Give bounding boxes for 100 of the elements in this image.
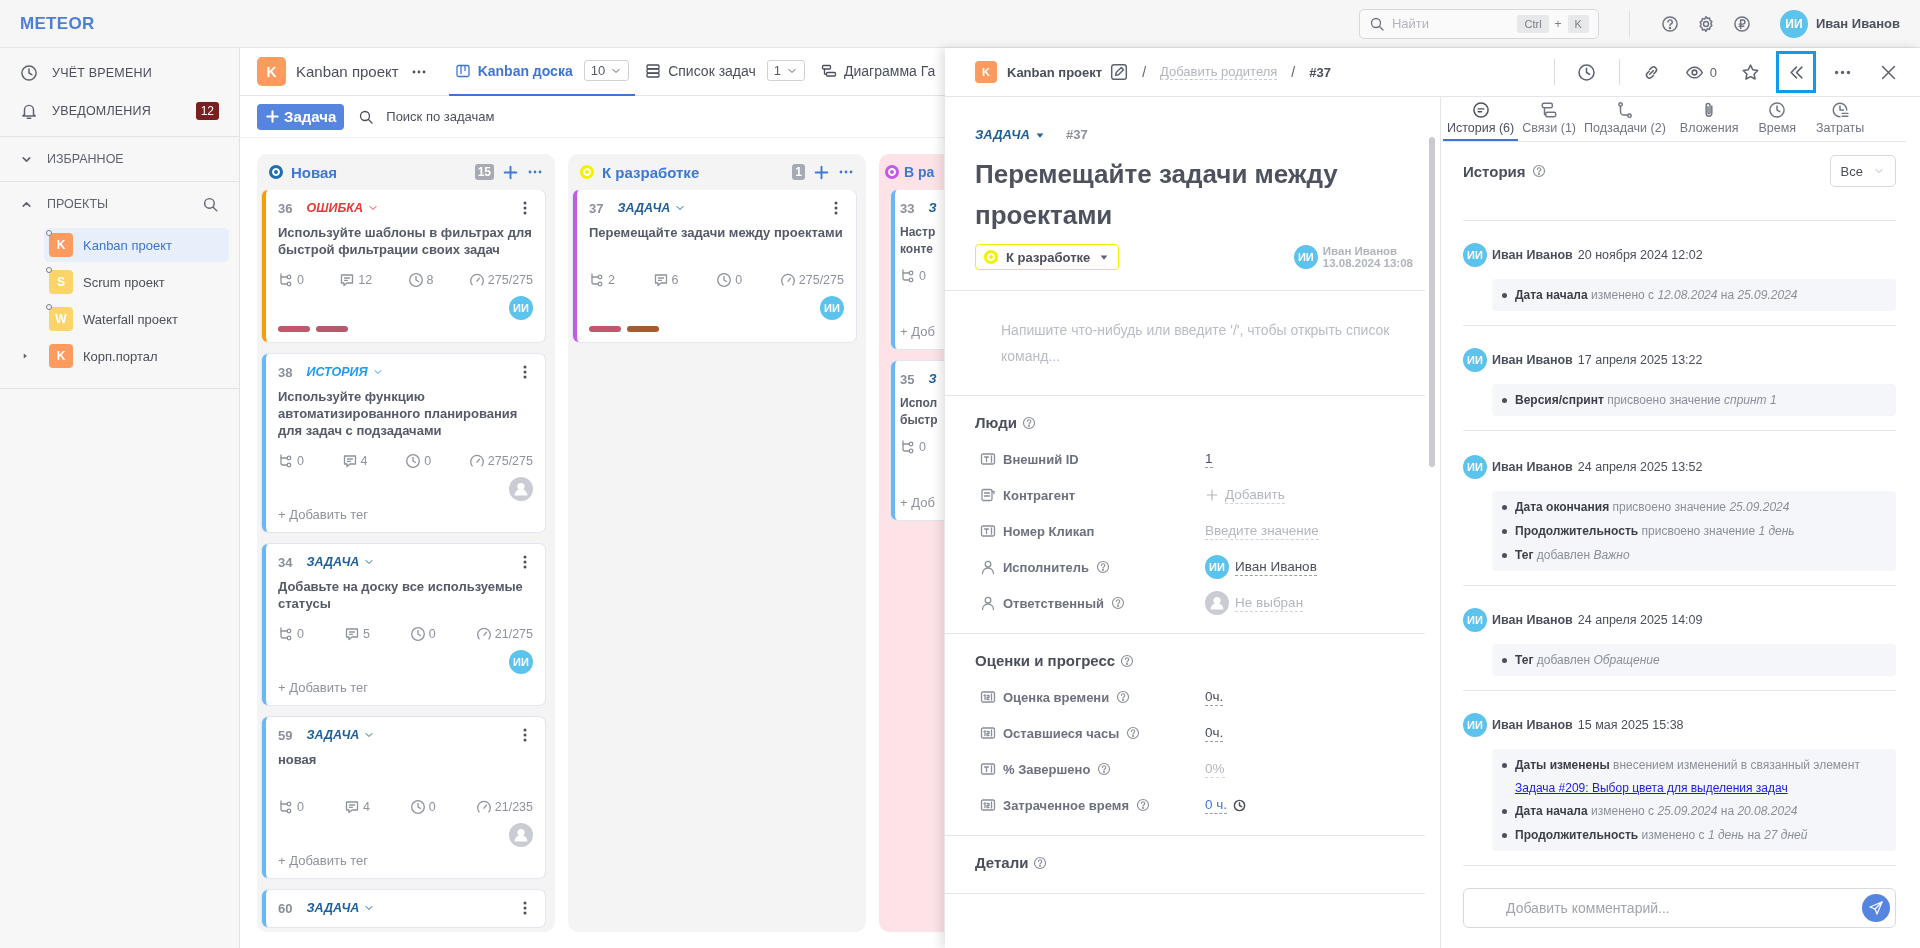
help-icon[interactable] (1136, 798, 1151, 812)
plus-icon[interactable] (813, 163, 830, 181)
task-title[interactable]: Перемещайте задачи между проектами (975, 154, 1405, 236)
card-count: 1 (792, 164, 805, 180)
number-field-icon (980, 797, 996, 813)
task-type[interactable]: З (928, 201, 937, 215)
task-type[interactable]: З (928, 372, 937, 386)
tag-pill[interactable] (278, 326, 310, 332)
more-icon[interactable] (410, 69, 427, 74)
task-type[interactable]: ЗАДАЧА (617, 201, 671, 215)
new-task-button[interactable]: Задача (257, 103, 345, 130)
project-item[interactable]: K Корп.портал (44, 339, 229, 373)
sidebar-item[interactable]: УЧЁТ ВРЕМЕНИ (0, 54, 239, 92)
tag-pill[interactable] (316, 326, 348, 332)
section-toggle[interactable]: ИЗБРАННОЕ (0, 137, 239, 181)
change-text: Даты изменены внесением изменений в связанный элемент (1515, 758, 1860, 772)
help-icon[interactable] (1021, 415, 1036, 430)
eye-button[interactable]: 0 (1677, 51, 1724, 93)
help-icon[interactable] (1531, 164, 1546, 178)
section-toggle[interactable]: ПРОЕКТЫ (0, 182, 239, 226)
scrollbar[interactable] (1429, 137, 1435, 467)
task-card[interactable]: 59 ЗАДАЧА новая 0 4 0 21/235 + Добавить тег (262, 717, 545, 878)
user-link[interactable]: Иван Иванов (1235, 558, 1317, 576)
help-icon[interactable] (1126, 726, 1141, 740)
task-card[interactable]: 34 ЗАДАЧА Добавьте на доску все используемые статусы 0 5 0 21/275 ИИ + Добавить тег (262, 544, 545, 705)
task-type[interactable]: ОШИБКА (306, 201, 363, 215)
search-icon[interactable] (202, 195, 219, 213)
field-value[interactable]: 0ч. (1205, 688, 1224, 706)
project-title[interactable]: Kanban проект (296, 63, 399, 80)
task-card[interactable]: 36 ОШИБКА Используйте шаблоны в фильтрах для быстрой фильтрации своих задач 0 12 8 275/275 ИИ (262, 190, 545, 342)
panel-tab[interactable]: Связи (1) (1518, 97, 1580, 141)
task-type[interactable]: ЗАДАЧА (306, 728, 360, 742)
clock-icon (407, 272, 424, 288)
edit-icon[interactable] (1110, 63, 1129, 81)
clock-icon[interactable] (1233, 798, 1247, 812)
task-card[interactable]: 33 З Настр конте 0 + Доб (891, 190, 944, 349)
task-card[interactable]: 60 ЗАДАЧА (262, 890, 545, 927)
history-date: 24 апреля 2025 14:09 (1577, 613, 1703, 627)
progress-value: 21/235 (475, 799, 533, 815)
subtask-icon (278, 626, 294, 642)
settings-icon[interactable] (1696, 14, 1715, 33)
comment-field[interactable]: Добавить комментарий... (1463, 888, 1896, 928)
status-dropdown[interactable]: К разработке (975, 244, 1120, 270)
panel-tab[interactable]: История (6) (1443, 97, 1519, 141)
project-avatar: K (975, 61, 997, 83)
comment-count: 6 (652, 272, 679, 288)
field-value[interactable]: 0ч. (1205, 724, 1224, 742)
project-item[interactable]: K Kanban проект (44, 228, 229, 262)
task-type[interactable]: ЗАДАЧА (306, 555, 360, 569)
task-number: 60 (278, 900, 293, 916)
field-value[interactable]: 0 ч. (1205, 796, 1228, 814)
panel-tab[interactable]: Время (1748, 97, 1807, 141)
ruble-icon[interactable] (1732, 14, 1751, 33)
history-author: Иван Иванов (1492, 613, 1573, 627)
task-link[interactable]: Задача #209: Выбор цвета для выделения задач (1515, 777, 1788, 799)
sidebar-item[interactable]: УВЕДОМЛЕНИЯ 12 (0, 92, 239, 130)
panel-tab[interactable]: Затраты (1806, 97, 1875, 141)
help-icon[interactable] (1097, 762, 1112, 776)
change-text: Дата начала изменено с 25.09.2024 на 20.08.2024 (1515, 804, 1798, 818)
view-tab[interactable]: Диаграмма Га (815, 48, 936, 96)
project-item[interactable]: S Scrum проект (44, 265, 229, 299)
project-item[interactable]: W Waterfall проект (44, 302, 229, 336)
panel-tab[interactable]: Вложения (1669, 97, 1749, 141)
progress-value: 275/275 (468, 453, 533, 469)
help-icon[interactable] (1033, 855, 1048, 870)
task-card[interactable]: 38 ИСТОРИЯ Используйте функцию автоматизированного планирования для задач с подзадачами 0 4 0 275/275 + Добавить тег (262, 354, 545, 532)
plus-icon[interactable] (502, 163, 519, 181)
help-icon[interactable] (1116, 690, 1131, 704)
subtask-count: 0 (278, 626, 304, 642)
count-dropdown[interactable]: 1 (766, 60, 806, 81)
task-type[interactable]: ЗАДАЧА (306, 901, 360, 915)
tag-pill[interactable] (589, 326, 621, 332)
more-icon[interactable] (527, 170, 543, 174)
collapse-button[interactable] (1776, 51, 1816, 93)
comment-icon (339, 272, 356, 288)
author-avatar: ИИ (1293, 245, 1318, 269)
help-icon[interactable] (1111, 596, 1125, 610)
task-card[interactable]: 35 З Испол быстр 0 + Доб (891, 361, 944, 520)
more-icon[interactable] (838, 170, 854, 174)
time-spent: 0 (409, 626, 436, 642)
time-spent: 0 (405, 453, 432, 469)
tag-pill[interactable] (627, 326, 659, 332)
view-tab[interactable]: Kanban доска 10 (448, 48, 636, 96)
count-dropdown[interactable]: 10 (583, 60, 630, 81)
view-tab[interactable]: Список задач 1 (639, 48, 812, 96)
more-icon (1832, 69, 1852, 75)
logo[interactable]: METEOR (20, 13, 95, 34)
user-name[interactable]: Иван Иванов (1815, 16, 1900, 31)
panel-tab[interactable]: Подзадачи (2) (1580, 97, 1670, 141)
breadcrumb-project[interactable]: Kanban проект (1007, 64, 1103, 80)
subtask-count: 2 (589, 272, 615, 288)
help-icon[interactable] (1120, 653, 1135, 668)
help-icon[interactable] (1096, 560, 1110, 574)
task-title: Перемещайте задачи между проектами (589, 224, 844, 242)
task-title: Используйте шаблоны в фильтрах для быстрой фильтрации своих задач (278, 224, 533, 258)
task-type[interactable]: ЗАДАЧА (975, 127, 1030, 142)
filter-dropdown[interactable]: Все (1829, 155, 1896, 187)
task-card[interactable]: 37 ЗАДАЧА Перемещайте задачи между проектами 2 6 0 275/275 ИИ (573, 190, 856, 342)
field-value[interactable]: 1 (1205, 450, 1213, 468)
help-icon[interactable] (1660, 14, 1679, 33)
